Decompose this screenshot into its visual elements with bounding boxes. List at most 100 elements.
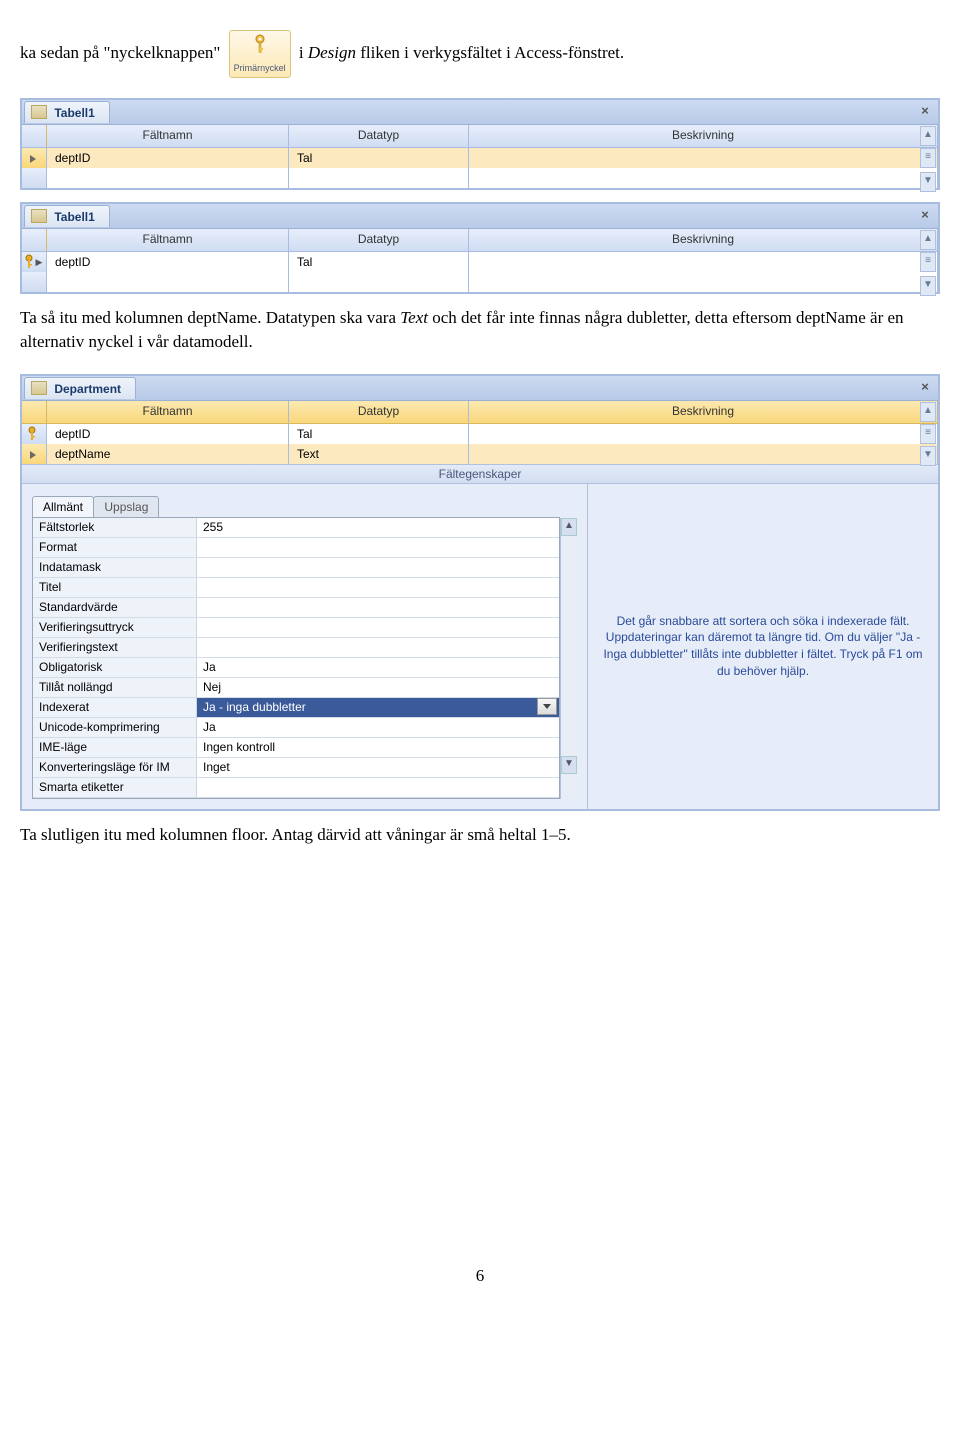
tab-lookup[interactable]: Uppslag xyxy=(93,496,159,518)
property-row[interactable]: Verifieringstext xyxy=(33,638,559,658)
property-row[interactable]: Unicode-komprimeringJa xyxy=(33,718,559,738)
property-value[interactable]: Inget xyxy=(197,758,559,777)
property-value[interactable] xyxy=(197,618,559,637)
cell-fieldname[interactable] xyxy=(47,168,289,188)
cell-datatype[interactable]: Tal xyxy=(289,424,469,444)
cell-fieldname[interactable]: deptName xyxy=(47,444,289,464)
property-row[interactable]: Verifieringsuttryck xyxy=(33,618,559,638)
scroll-up-icon[interactable]: ▲ xyxy=(920,230,936,250)
property-row[interactable]: IndexeratJa - inga dubbletter xyxy=(33,698,559,718)
scroll-down-icon[interactable]: ▼ xyxy=(920,276,936,296)
table-row[interactable]: deptName Text xyxy=(22,444,938,464)
header-datatype[interactable]: Datatyp xyxy=(289,229,469,251)
property-value[interactable] xyxy=(197,638,559,657)
scroll-up-icon[interactable]: ▲ xyxy=(561,518,577,536)
scroll-gadgets: ▲ ≡ ▼ xyxy=(920,402,936,468)
table-row[interactable] xyxy=(22,272,938,292)
property-value[interactable] xyxy=(197,558,559,577)
cell-description[interactable] xyxy=(469,252,938,272)
property-value[interactable] xyxy=(197,778,559,797)
tab-general[interactable]: Allmänt xyxy=(32,496,94,518)
header-description[interactable]: Beskrivning xyxy=(469,401,938,423)
table-row[interactable]: deptID Tal xyxy=(22,148,938,168)
property-row[interactable]: Konverteringsläge för IMInget xyxy=(33,758,559,778)
property-value[interactable]: Ja xyxy=(197,658,559,677)
property-label: Tillåt nollängd xyxy=(33,678,197,697)
cell-datatype[interactable] xyxy=(289,168,469,188)
property-label: Format xyxy=(33,538,197,557)
scroll-up-icon[interactable]: ▲ xyxy=(920,402,936,422)
cell-datatype[interactable]: Tal xyxy=(289,252,469,272)
close-icon[interactable]: × xyxy=(918,104,932,118)
table-tab[interactable]: Department xyxy=(24,377,136,399)
cell-fieldname[interactable] xyxy=(47,272,289,292)
dropdown-icon[interactable] xyxy=(537,698,557,715)
property-value[interactable]: Ja xyxy=(197,718,559,737)
header-fieldname[interactable]: Fältnamn xyxy=(47,125,289,147)
property-value[interactable] xyxy=(197,598,559,617)
tab-bar: Department × xyxy=(22,376,938,401)
cell-description[interactable] xyxy=(469,148,938,168)
close-icon[interactable]: × xyxy=(918,208,932,222)
property-row[interactable]: Format xyxy=(33,538,559,558)
table-row[interactable]: deptID Tal xyxy=(22,424,938,444)
cell-fieldname[interactable]: deptID xyxy=(47,148,289,168)
property-row[interactable]: Indatamask xyxy=(33,558,559,578)
primary-key-button[interactable]: Primärnyckel xyxy=(229,30,291,78)
cell-description[interactable] xyxy=(469,272,938,292)
cell-fieldname[interactable]: deptID xyxy=(47,252,289,272)
header-description[interactable]: Beskrivning xyxy=(469,125,938,147)
cell-datatype[interactable]: Text xyxy=(289,444,469,464)
property-value[interactable] xyxy=(197,538,559,557)
scroll-down-icon[interactable]: ▼ xyxy=(561,756,577,774)
cell-description[interactable] xyxy=(469,444,938,464)
close-icon[interactable]: × xyxy=(918,380,932,394)
help-text: Det går snabbare att sortera och söka i … xyxy=(587,484,938,809)
property-value[interactable]: Ja - inga dubbletter xyxy=(197,698,559,717)
property-value[interactable]: 255 xyxy=(197,518,559,537)
scroll-down-icon[interactable]: ▼ xyxy=(920,446,936,466)
property-label: IME-läge xyxy=(33,738,197,757)
property-label: Indexerat xyxy=(33,698,197,717)
property-value[interactable]: Ingen kontroll xyxy=(197,738,559,757)
details-icon[interactable]: ≡ xyxy=(920,252,936,272)
header-fieldname[interactable]: Fältnamn xyxy=(47,401,289,423)
scroll-up-icon[interactable]: ▲ xyxy=(920,126,936,146)
property-row[interactable]: Fältstorlek255 xyxy=(33,518,559,538)
table-tab[interactable]: Tabell1 xyxy=(24,205,110,227)
property-row[interactable]: Tillåt nollängdNej xyxy=(33,678,559,698)
property-row[interactable]: ObligatoriskJa xyxy=(33,658,559,678)
property-label: Verifieringstext xyxy=(33,638,197,657)
row-selector[interactable] xyxy=(22,168,47,188)
row-selector[interactable] xyxy=(22,424,47,444)
text-italic: Design xyxy=(308,43,356,62)
scroll-down-icon[interactable]: ▼ xyxy=(920,172,936,192)
cell-datatype[interactable] xyxy=(289,272,469,292)
header-fieldname[interactable]: Fältnamn xyxy=(47,229,289,251)
property-row[interactable]: Standardvärde xyxy=(33,598,559,618)
cell-description[interactable] xyxy=(469,424,938,444)
property-row[interactable]: Titel xyxy=(33,578,559,598)
row-selector[interactable] xyxy=(22,148,47,168)
table-tab[interactable]: Tabell1 xyxy=(24,101,110,123)
header-datatype[interactable]: Datatyp xyxy=(289,125,469,147)
property-row[interactable]: Smarta etiketter xyxy=(33,778,559,798)
cell-description[interactable] xyxy=(469,168,938,188)
property-tabs: Allmänt Uppslag xyxy=(32,496,577,518)
row-selector[interactable] xyxy=(22,444,47,464)
properties-scrollbar[interactable]: ▲ ▼ xyxy=(560,518,577,799)
cell-datatype[interactable]: Tal xyxy=(289,148,469,168)
cell-fieldname[interactable]: deptID xyxy=(47,424,289,444)
details-icon[interactable]: ≡ xyxy=(920,424,936,444)
header-datatype[interactable]: Datatyp xyxy=(289,401,469,423)
header-description[interactable]: Beskrivning xyxy=(469,229,938,251)
property-value[interactable] xyxy=(197,578,559,597)
property-value[interactable]: Nej xyxy=(197,678,559,697)
paragraph-1: ka sedan på "nyckelknappen" Primärnyckel… xyxy=(20,30,940,78)
table-row[interactable]: ▶ deptID Tal xyxy=(22,252,938,272)
row-selector[interactable]: ▶ xyxy=(22,252,47,272)
table-row[interactable] xyxy=(22,168,938,188)
details-icon[interactable]: ≡ xyxy=(920,148,936,168)
property-row[interactable]: IME-lägeIngen kontroll xyxy=(33,738,559,758)
row-selector[interactable] xyxy=(22,272,47,292)
